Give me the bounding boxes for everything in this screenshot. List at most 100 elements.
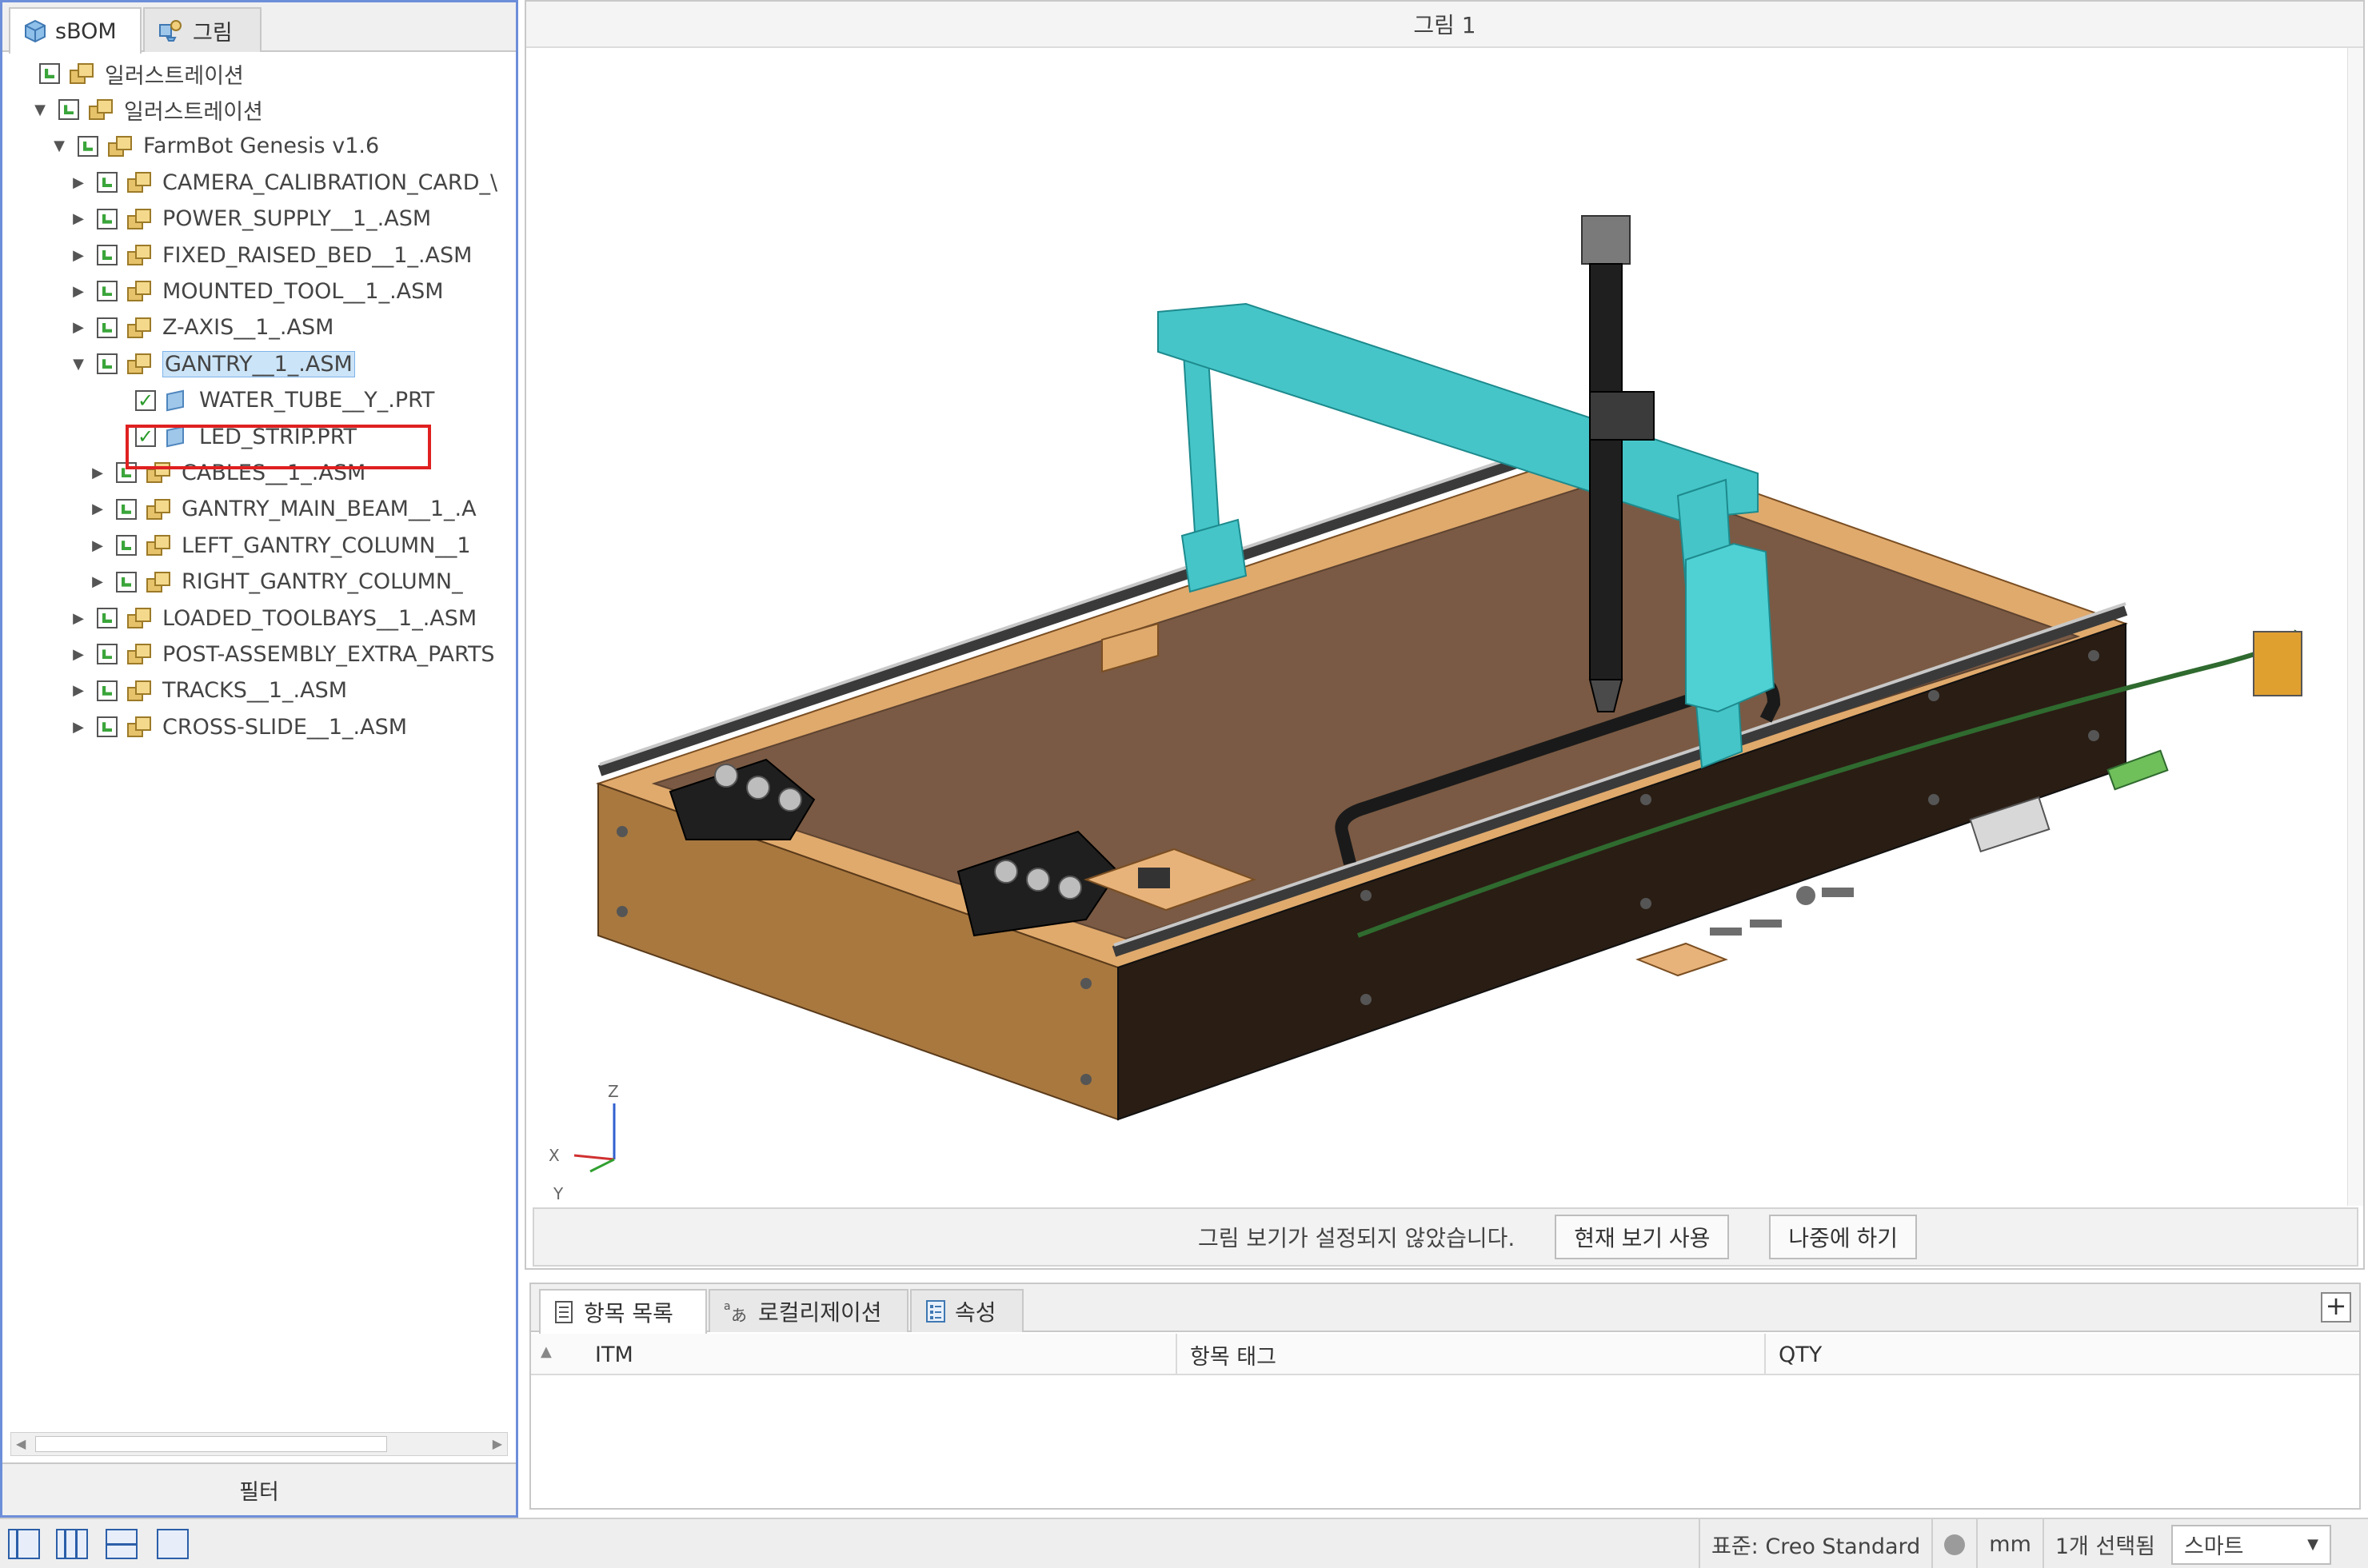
column-header-qty[interactable]: QTY: [1766, 1334, 2359, 1375]
assembly-icon: [126, 715, 153, 739]
add-item-button[interactable]: +: [2321, 1292, 2351, 1323]
column-header-itm[interactable]: ITM: [582, 1334, 1177, 1375]
tab-item-list[interactable]: 항목 목록: [539, 1289, 707, 1334]
tree-item-label: CAMERA_CALIBRATION_CARD_\: [162, 170, 498, 195]
include-toggle-icon[interactable]: [97, 644, 118, 665]
include-toggle-icon[interactable]: [97, 716, 118, 738]
expand-arrow-icon[interactable]: ▶: [89, 573, 106, 590]
expand-arrow-icon[interactable]: ▶: [70, 610, 87, 627]
tree-item[interactable]: ▶일러스트레이션: [12, 57, 244, 90]
include-toggle-icon[interactable]: [58, 99, 79, 121]
scrollbar-thumb[interactable]: [35, 1436, 387, 1452]
selection-count: 1개 선택됨: [2042, 1519, 2166, 1568]
include-toggle-icon[interactable]: [39, 63, 60, 84]
expand-arrow-icon[interactable]: ▶: [70, 319, 87, 336]
tab-sbom-label: sBOM: [55, 18, 117, 44]
tree-item-label: CROSS-SLIDE__1_.ASM: [162, 714, 408, 740]
tree-item[interactable]: ▶ CAMERA_CALIBRATION_CARD_\: [70, 166, 497, 199]
tab-properties[interactable]: 속성: [910, 1289, 1024, 1332]
include-toggle-icon[interactable]: [97, 317, 118, 338]
tree-item[interactable]: ▶ POWER_SUPPLY__1_.ASM: [70, 202, 431, 236]
include-toggle-icon[interactable]: [97, 353, 118, 375]
filter-button[interactable]: 필터: [2, 1462, 516, 1515]
horizontal-scrollbar[interactable]: ◀ ▶: [10, 1432, 508, 1456]
include-toggle-icon[interactable]: [78, 135, 98, 157]
tree-item[interactable]: ▼ 일러스트레이션: [31, 93, 263, 126]
farmbot-3d-model[interactable]: Z X Y: [526, 48, 2350, 1204]
include-checkbox[interactable]: ✓: [135, 389, 156, 411]
graphics-window[interactable]: 그림 1 Z X Y 그림 보기가 설정되지 않았습니다. 현재 보기 사용 나…: [525, 0, 2365, 1270]
scroll-left-icon[interactable]: ◀: [16, 1436, 26, 1451]
tree-item[interactable]: ▶ TRACKS__1_.ASM: [70, 674, 347, 708]
tree-item[interactable]: ▶ LEFT_GANTRY_COLUMN__1: [89, 529, 470, 562]
expand-arrow-icon[interactable]: ▶: [70, 210, 87, 227]
layout-two-panel-button[interactable]: [56, 1529, 88, 1559]
include-toggle-icon[interactable]: [116, 498, 137, 520]
include-toggle-icon[interactable]: [97, 608, 118, 628]
include-toggle-icon[interactable]: [97, 680, 118, 701]
tree-item-label: LOADED_TOOLBAYS__1_.ASM: [162, 605, 477, 631]
expand-arrow-icon[interactable]: ▶: [70, 682, 87, 699]
svg-text:a: a: [724, 1300, 731, 1313]
layout-left-panel-button[interactable]: [8, 1529, 40, 1559]
layout-bottom-panel-button[interactable]: [106, 1529, 138, 1559]
collapse-arrow-icon[interactable]: ▼: [50, 138, 68, 154]
left-panel-tabs: sBOM 그림: [2, 2, 516, 54]
collapse-arrow-icon[interactable]: ▼: [70, 356, 87, 373]
assembly-icon: [126, 279, 153, 303]
assembly-icon: [126, 316, 153, 340]
sort-up-icon[interactable]: ▲: [541, 1343, 552, 1360]
assembly-icon: [106, 134, 134, 158]
tree-item-label: MOUNTED_TOOL__1_.ASM: [162, 278, 444, 304]
tree-item[interactable]: ▶ Z-AXIS__1_.ASM: [70, 311, 333, 345]
use-current-view-button[interactable]: 현재 보기 사용: [1555, 1215, 1730, 1259]
include-toggle-icon[interactable]: [97, 281, 118, 302]
column-header-item-tag[interactable]: 항목 태그: [1177, 1334, 1766, 1375]
tree-item[interactable]: ▶ MOUNTED_TOOL__1_.ASM: [70, 274, 444, 308]
expand-arrow-icon[interactable]: ▶: [70, 247, 87, 264]
tree-item[interactable]: ▶✓WATER_TUBE__Y_.PRT: [108, 384, 434, 417]
model-tree: ▶일러스트레이션▼일러스트레이션 ▼FarmBot Genesis v1.6 ▶ CA…: [2, 54, 516, 1429]
assembly-icon: [126, 170, 153, 194]
figure-view-bar: 그림 보기가 설정되지 않았습니다. 현재 보기 사용 나중에 하기: [533, 1207, 2358, 1267]
tree-item[interactable]: ▼ FarmBot Genesis v1.6: [50, 130, 379, 163]
selection-filter-dropdown[interactable]: 스마트 ▼: [2171, 1524, 2331, 1565]
include-toggle-icon[interactable]: [116, 571, 137, 592]
collapse-arrow-icon[interactable]: ▼: [31, 102, 49, 118]
tree-item[interactable]: ▼ GANTRY__1_.ASM: [70, 347, 355, 381]
layout-full-view-button[interactable]: [157, 1529, 189, 1559]
expand-arrow-icon[interactable]: ▶: [70, 719, 87, 736]
include-toggle-icon[interactable]: [97, 208, 118, 229]
tree-item[interactable]: ▶ LOADED_TOOLBAYS__1_.ASM: [70, 601, 477, 635]
expand-arrow-icon[interactable]: ▶: [89, 501, 106, 517]
viewport-scrollbar[interactable]: [2347, 48, 2363, 1206]
expand-arrow-icon[interactable]: ▶: [70, 174, 87, 191]
tab-sbom[interactable]: sBOM: [9, 7, 142, 54]
tree-item[interactable]: ▶ POST-ASSEMBLY_EXTRA_PARTS: [70, 637, 495, 671]
tree-item[interactable]: ▶ GANTRY_MAIN_BEAM__1_.A: [89, 493, 477, 526]
expand-arrow-icon[interactable]: ▶: [89, 537, 106, 554]
axis-triad: Z X Y: [549, 1082, 619, 1203]
expand-arrow-icon[interactable]: ▶: [70, 646, 87, 663]
tree-item-label: POWER_SUPPLY__1_.ASM: [162, 206, 432, 232]
tree-item[interactable]: ▶ FIXED_RAISED_BED__1_.ASM: [70, 238, 472, 272]
expand-arrow-icon[interactable]: ▶: [89, 465, 106, 481]
include-toggle-icon[interactable]: [97, 172, 118, 194]
axis-x-label: X: [549, 1146, 560, 1165]
tree-item[interactable]: ▶ CROSS-SLIDE__1_.ASM: [70, 710, 407, 744]
status-dot-icon: [1944, 1534, 1966, 1555]
selection-filter-value: 스마트: [2184, 1534, 2244, 1559]
expand-arrow-icon[interactable]: ▶: [70, 283, 87, 300]
include-toggle-icon[interactable]: [97, 245, 118, 265]
assembly-icon: [68, 62, 95, 86]
scroll-right-icon[interactable]: ▶: [493, 1436, 502, 1451]
tab-localization[interactable]: a あ 로컬리제이션: [709, 1289, 908, 1332]
tab-item-list-label: 항목 목록: [584, 1300, 673, 1327]
include-toggle-icon[interactable]: [116, 535, 137, 557]
tree-item[interactable]: ▶ RIGHT_GANTRY_COLUMN_: [89, 565, 463, 599]
resize-grip[interactable]: [2336, 1519, 2368, 1568]
item-list-panel: 항목 목록 a あ 로컬리제이션 속성 + ▲ ITM 항목 태그 QTY: [529, 1283, 2361, 1510]
column-tag-label: 항목 태그: [1190, 1344, 1276, 1370]
later-button[interactable]: 나중에 하기: [1769, 1215, 1917, 1259]
tab-figure[interactable]: 그림: [143, 7, 262, 52]
